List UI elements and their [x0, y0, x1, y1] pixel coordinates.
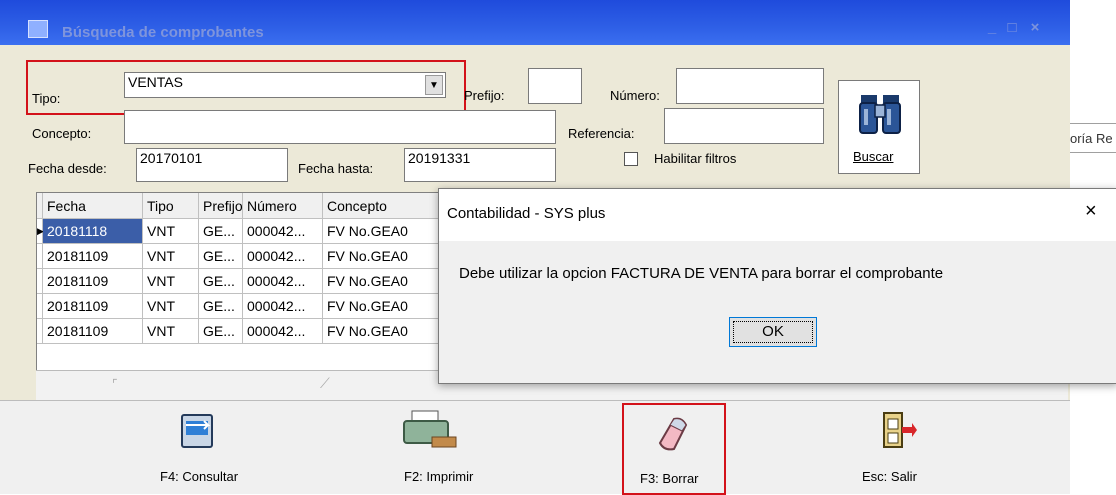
background-grid-header-text: oría Re	[1070, 131, 1113, 146]
ok-button[interactable]: OK	[729, 317, 817, 347]
app-icon	[28, 20, 48, 38]
binoculars-icon	[859, 95, 901, 134]
borrar-label: F3: Borrar	[640, 471, 699, 486]
habilitar-filtros-label: Habilitar filtros	[654, 151, 737, 166]
habilitar-filtros-checkbox[interactable]	[624, 152, 638, 166]
title-bar[interactable]: Búsqueda de comprobantes _ □ ×	[0, 0, 1070, 45]
cell-prefijo[interactable]: GE...	[199, 294, 243, 319]
salir-label: Esc: Salir	[862, 469, 917, 484]
cell-numero[interactable]: 000042...	[243, 269, 323, 294]
window-title: Búsqueda de comprobantes	[62, 24, 264, 41]
cell-concepto[interactable]: FV No.GEA0	[323, 269, 443, 294]
cell-tipo[interactable]: VNT	[143, 219, 199, 244]
tipo-select-value: VENTAS	[128, 74, 183, 90]
cell-tipo[interactable]: VNT	[143, 269, 199, 294]
cell-prefijo[interactable]: GE...	[199, 219, 243, 244]
dialog-body: Debe utilizar la opcion FACTURA DE VENTA…	[439, 241, 1116, 383]
buscar-button[interactable]: Buscar	[838, 80, 920, 174]
cell-fecha[interactable]: 20181109	[43, 294, 143, 319]
cell-numero[interactable]: 000042...	[243, 294, 323, 319]
dialog-message: Debe utilizar la opcion FACTURA DE VENTA…	[459, 265, 944, 282]
printer-icon	[403, 410, 457, 448]
monitor-icon	[181, 414, 213, 448]
numero-label: Número:	[610, 88, 660, 103]
cell-numero[interactable]: 000042...	[243, 244, 323, 269]
cell-prefijo[interactable]: GE...	[199, 319, 243, 344]
consultar-label: F4: Consultar	[160, 469, 239, 484]
col-header-concepto[interactable]: Concepto	[323, 193, 443, 219]
cell-fecha[interactable]: 20181118	[43, 219, 143, 244]
imprimir-button[interactable]: F2: Imprimir	[380, 403, 520, 493]
prefijo-label: Prefijo:	[464, 88, 505, 103]
cell-concepto[interactable]: FV No.GEA0	[323, 319, 443, 344]
maximize-button[interactable]: □	[1004, 20, 1020, 36]
dialog-close-icon[interactable]: ×	[1085, 199, 1097, 223]
prefijo-input[interactable]	[528, 68, 582, 104]
referencia-label: Referencia:	[568, 126, 635, 141]
fecha-desde-input[interactable]: 20170101	[136, 148, 288, 182]
cell-tipo[interactable]: VNT	[143, 319, 199, 344]
cell-fecha[interactable]: 20181109	[43, 269, 143, 294]
buscar-label: Buscar	[853, 149, 894, 164]
fecha-hasta-label: Fecha hasta:	[298, 161, 374, 176]
results-grid[interactable]: Fecha Tipo Prefijo Número Concepto ▶ 2018…	[36, 192, 443, 378]
concepto-label: Concepto:	[32, 126, 92, 141]
cell-numero[interactable]: 000042...	[243, 219, 323, 244]
close-button[interactable]: ×	[1027, 20, 1043, 36]
focus-rect	[733, 321, 813, 343]
nav-first-icon[interactable]: ⌜	[112, 377, 118, 391]
cell-fecha[interactable]: 20181109	[43, 244, 143, 269]
cell-prefijo[interactable]: GE...	[199, 269, 243, 294]
numero-input[interactable]	[676, 68, 824, 104]
fecha-hasta-input[interactable]: 20191331	[404, 148, 556, 182]
col-header-fecha[interactable]: Fecha	[43, 193, 143, 219]
cell-prefijo[interactable]: GE...	[199, 244, 243, 269]
bottom-toolbar: F4: Consultar F2: Imprimir F3: Borrar Es…	[0, 400, 1070, 495]
cell-tipo[interactable]: VNT	[143, 244, 199, 269]
tipo-select[interactable]: VENTAS ▼	[124, 72, 446, 98]
consultar-button[interactable]: F4: Consultar	[150, 403, 290, 493]
col-header-tipo[interactable]: Tipo	[143, 193, 199, 219]
referencia-input[interactable]	[664, 108, 824, 144]
cell-numero[interactable]: 000042...	[243, 319, 323, 344]
imprimir-label: F2: Imprimir	[404, 469, 474, 484]
message-dialog: Contabilidad - SYS plus × Debe utilizar …	[438, 188, 1116, 384]
exit-door-icon	[883, 412, 917, 448]
col-header-numero[interactable]: Número	[243, 193, 323, 219]
cell-tipo[interactable]: VNT	[143, 294, 199, 319]
cell-fecha[interactable]: 20181109	[43, 319, 143, 344]
salir-button[interactable]: Esc: Salir	[840, 403, 950, 493]
minimize-button[interactable]: _	[984, 20, 1000, 36]
cell-concepto[interactable]: FV No.GEA0	[323, 244, 443, 269]
col-header-prefijo[interactable]: Prefijo	[199, 193, 243, 219]
dialog-title: Contabilidad - SYS plus	[447, 205, 606, 222]
nav-prev-icon[interactable]: ⟋	[320, 375, 330, 392]
cell-concepto[interactable]: FV No.GEA0	[323, 294, 443, 319]
concepto-input[interactable]	[124, 110, 556, 144]
chevron-down-icon[interactable]: ▼	[425, 75, 443, 95]
borrar-button[interactable]: F3: Borrar	[622, 403, 726, 495]
tipo-label: Tipo:	[32, 91, 61, 106]
fecha-desde-label: Fecha desde:	[28, 161, 107, 176]
eraser-icon	[658, 417, 688, 451]
cell-concepto[interactable]: FV No.GEA0	[323, 219, 443, 244]
